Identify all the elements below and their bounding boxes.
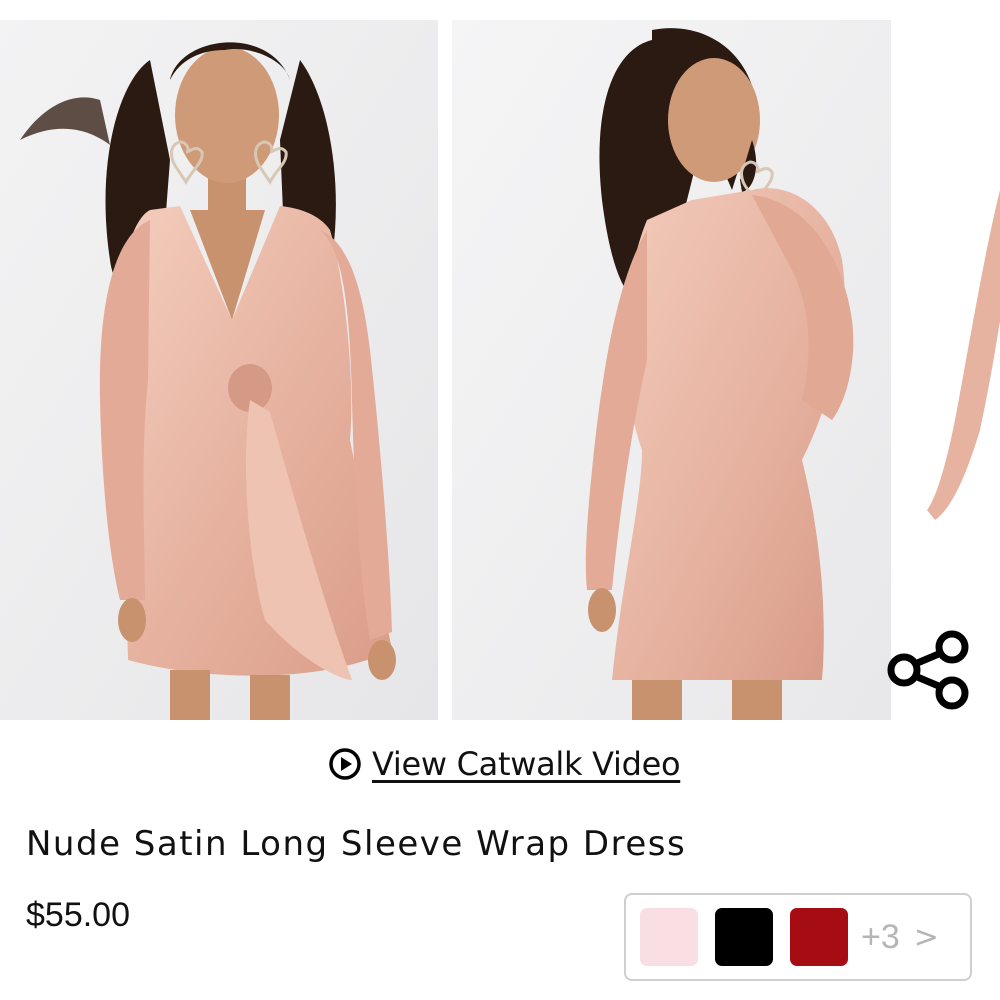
model-front-illustration bbox=[0, 20, 438, 720]
product-photo-front[interactable] bbox=[0, 20, 438, 720]
swatch-red[interactable] bbox=[790, 908, 848, 966]
product-price: $55.00 bbox=[26, 896, 130, 934]
color-swatch-selector[interactable]: +3 > bbox=[624, 893, 972, 981]
product-gallery[interactable] bbox=[0, 20, 1000, 720]
view-catwalk-video-link[interactable]: View Catwalk Video bbox=[328, 742, 681, 786]
swatch-black[interactable] bbox=[715, 908, 773, 966]
product-photo-back[interactable] bbox=[452, 20, 891, 720]
model-back-illustration bbox=[452, 20, 891, 720]
play-circle-icon bbox=[329, 748, 361, 780]
model-partial-illustration bbox=[905, 20, 1000, 720]
more-colors-count[interactable]: +3 bbox=[861, 918, 900, 957]
share-button[interactable] bbox=[882, 623, 972, 713]
catwalk-label: View Catwalk Video bbox=[372, 745, 681, 783]
product-page: View Catwalk Video Nude Satin Long Sleev… bbox=[0, 0, 1000, 1000]
swatch-nude[interactable] bbox=[640, 908, 698, 966]
product-photo-partial[interactable] bbox=[905, 20, 1000, 720]
share-icon bbox=[887, 630, 969, 710]
product-title: Nude Satin Long Sleeve Wrap Dress bbox=[26, 824, 687, 864]
chevron-right-icon[interactable]: > bbox=[914, 920, 939, 955]
